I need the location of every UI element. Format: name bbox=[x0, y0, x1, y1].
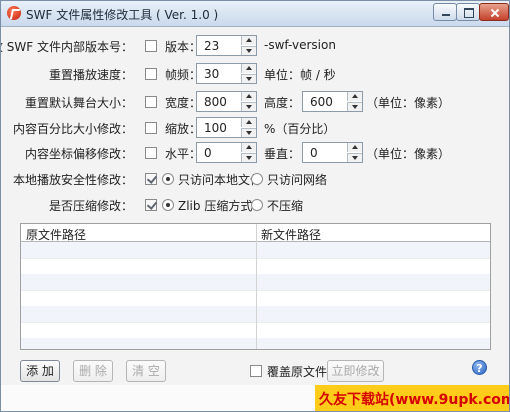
new-path-header[interactable]: 新文件路径 bbox=[261, 226, 321, 243]
height-label: 高度： bbox=[264, 96, 301, 110]
vertical-label: 垂直： bbox=[264, 147, 301, 161]
app-window: SWF 文件属性修改工具 ( Ver. 1.0 ) 修改 SWF 文件内部版本号… bbox=[0, 0, 510, 412]
frame-rate-value[interactable]: 30 bbox=[204, 67, 219, 81]
horizontal-value[interactable]: 0 bbox=[204, 146, 212, 160]
close-button[interactable] bbox=[479, 3, 509, 21]
network-label: 只访问网络 bbox=[267, 173, 328, 187]
overwrite-label: 覆盖原文件 bbox=[267, 365, 328, 379]
local-files-label: 只访问本地文件 bbox=[178, 173, 263, 187]
spin-up-icon[interactable] bbox=[347, 92, 362, 101]
spin-up-icon[interactable] bbox=[347, 143, 362, 152]
swf-app-icon bbox=[7, 6, 21, 20]
no-compress-label: 不压缩 bbox=[267, 199, 304, 213]
scale-unit: %（百分比） bbox=[264, 122, 336, 136]
clear-button[interactable]: 清 空 bbox=[126, 360, 166, 382]
vertical-spinner[interactable]: 0 bbox=[302, 142, 363, 163]
frame-rate-checkbox[interactable] bbox=[145, 68, 157, 80]
frame-rate-unit: 单位：帧 / 秒 bbox=[264, 68, 336, 82]
stage-size-label: 重置默认舞台大小： bbox=[24, 96, 133, 110]
spin-down-icon[interactable] bbox=[241, 102, 256, 111]
height-spinner[interactable]: 600 bbox=[302, 91, 363, 112]
frame-rate-label: 重置播放速度： bbox=[48, 68, 133, 82]
spin-down-icon[interactable] bbox=[241, 74, 256, 83]
scale-value[interactable]: 100 bbox=[204, 121, 227, 135]
spin-down-icon[interactable] bbox=[347, 153, 362, 162]
security-checkbox[interactable] bbox=[145, 173, 157, 185]
scale-spinner[interactable]: 100 bbox=[196, 117, 257, 138]
zlib-label: Zlib 压缩方式 bbox=[178, 199, 253, 213]
offset-checkbox[interactable] bbox=[145, 147, 157, 159]
spin-up-icon[interactable] bbox=[241, 143, 256, 152]
file-path-table[interactable]: 原文件路径 新文件路径 bbox=[20, 223, 491, 350]
overwrite-checkbox[interactable] bbox=[250, 365, 262, 377]
version-value[interactable]: 23 bbox=[204, 39, 219, 53]
security-label: 本地播放安全性修改： bbox=[12, 173, 133, 187]
spin-up-icon[interactable] bbox=[241, 92, 256, 101]
local-files-radio[interactable] bbox=[162, 173, 174, 185]
spin-down-icon[interactable] bbox=[347, 102, 362, 111]
stage-size-unit: （单位：像素） bbox=[366, 96, 451, 110]
frame-rate-spinner[interactable]: 30 bbox=[196, 63, 257, 84]
horizontal-spinner[interactable]: 0 bbox=[196, 142, 257, 163]
spin-up-icon[interactable] bbox=[241, 64, 256, 73]
help-icon[interactable]: ? bbox=[472, 360, 487, 375]
compress-checkbox[interactable] bbox=[145, 199, 157, 211]
no-compress-radio[interactable] bbox=[251, 199, 263, 211]
offset-label: 内容坐标偏移修改： bbox=[24, 147, 133, 161]
maximize-button[interactable] bbox=[456, 3, 480, 21]
column-separator bbox=[256, 224, 257, 349]
spin-down-icon[interactable] bbox=[241, 128, 256, 137]
compress-label: 是否压缩修改： bbox=[48, 199, 133, 213]
spin-down-icon[interactable] bbox=[241, 153, 256, 162]
version-spinner[interactable]: 23 bbox=[196, 35, 257, 56]
minimize-button[interactable] bbox=[433, 3, 457, 21]
title-bar: SWF 文件属性修改工具 ( Ver. 1.0 ) bbox=[1, 1, 509, 27]
original-path-header[interactable]: 原文件路径 bbox=[26, 226, 86, 243]
window-title: SWF 文件属性修改工具 ( Ver. 1.0 ) bbox=[26, 8, 219, 22]
stage-size-checkbox[interactable] bbox=[145, 96, 157, 108]
spin-down-icon[interactable] bbox=[241, 46, 256, 55]
add-button[interactable]: 添 加 bbox=[20, 360, 60, 382]
scale-checkbox[interactable] bbox=[145, 122, 157, 134]
width-spinner[interactable]: 800 bbox=[196, 91, 257, 112]
width-value[interactable]: 800 bbox=[204, 95, 227, 109]
offset-unit: （单位：像素） bbox=[366, 147, 451, 161]
zlib-radio[interactable] bbox=[162, 199, 174, 211]
version-checkbox[interactable] bbox=[145, 40, 157, 52]
network-radio[interactable] bbox=[251, 173, 263, 185]
spin-up-icon[interactable] bbox=[241, 36, 256, 45]
version-suffix: -swf-version bbox=[264, 38, 336, 52]
height-value[interactable]: 600 bbox=[310, 95, 333, 109]
scale-label: 内容百分比大小修改： bbox=[12, 122, 133, 136]
watermark-text: 久友下载站(www.9upk.com) bbox=[319, 392, 510, 408]
vertical-value[interactable]: 0 bbox=[310, 146, 318, 160]
delete-button[interactable]: 删 除 bbox=[73, 360, 113, 382]
version-label: 修改 SWF 文件内部版本号： bbox=[1, 40, 133, 54]
modify-now-button[interactable]: 立即修改 bbox=[327, 360, 384, 382]
spin-up-icon[interactable] bbox=[241, 118, 256, 127]
